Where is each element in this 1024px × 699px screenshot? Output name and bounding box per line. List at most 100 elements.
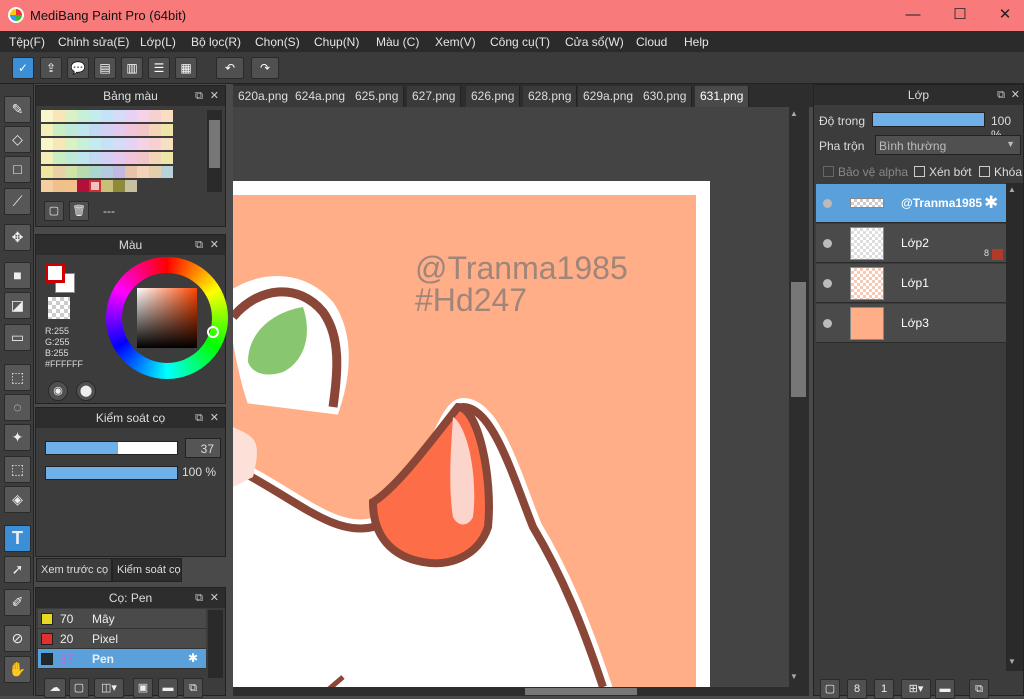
palette-swatch[interactable] [125, 124, 137, 136]
palette-swatch[interactable] [89, 180, 101, 192]
popout-icon[interactable]: ⧉ [195, 408, 203, 428]
scroll-up-icon[interactable]: ▲ [790, 109, 798, 118]
palette-swatch[interactable] [77, 110, 89, 122]
divide-tool-icon[interactable]: ✐ [4, 589, 31, 616]
new-layer-icon[interactable]: ▢ [820, 679, 840, 699]
text-tool-icon[interactable]: T [4, 525, 31, 552]
transparent-color-swatch[interactable] [48, 297, 70, 319]
brush-item[interactable]: 70 Mây [38, 609, 206, 629]
palette-swatch[interactable] [149, 138, 161, 150]
palette-swatch[interactable] [77, 138, 89, 150]
menu-help[interactable]: Help [684, 35, 709, 49]
brush-options-icon[interactable]: ◫▾ [94, 678, 124, 698]
maximize-button[interactable]: ☐ [945, 4, 975, 26]
palette-swatch[interactable] [137, 124, 149, 136]
palette-swatch[interactable] [65, 166, 77, 178]
fill-rect-tool-icon[interactable]: ■ [4, 262, 31, 289]
layer-row[interactable]: Lớp2 8 [816, 224, 1006, 263]
tab-document[interactable]: 628.png [523, 86, 578, 107]
palette-swatch[interactable] [53, 124, 65, 136]
palette-swatch[interactable] [53, 138, 65, 150]
clipping-checkbox[interactable] [914, 166, 925, 177]
redo-button[interactable]: ↷ [251, 57, 279, 79]
new-brush-icon[interactable]: ▢ [69, 678, 89, 698]
blend-mode-select[interactable]: Bình thường ▼ [875, 135, 1021, 155]
hue-picker-handle[interactable] [207, 326, 219, 338]
eyedropper-tool-icon[interactable]: ⊘ [4, 625, 31, 652]
rectangle-tool-icon[interactable]: □ [4, 156, 31, 183]
move-tool-icon[interactable]: ✥ [4, 224, 31, 251]
palette-swatch[interactable] [113, 110, 125, 122]
palette-swatch[interactable] [137, 138, 149, 150]
document-icon[interactable]: ▥ [121, 57, 143, 79]
palette-swatch[interactable] [137, 152, 149, 164]
palette-swatch[interactable] [137, 166, 149, 178]
palette-swatch[interactable] [101, 152, 113, 164]
layer-color-swatch[interactable] [992, 249, 1003, 260]
tab-brush-control[interactable]: Kiểm soát cọ [112, 558, 182, 582]
cloud-check-icon[interactable]: ✓ [12, 57, 34, 79]
palette-swatch[interactable] [53, 180, 65, 192]
tab-document-active[interactable]: 631.png [695, 86, 750, 107]
palette-swatch[interactable] [77, 152, 89, 164]
palette-swatch[interactable] [41, 138, 53, 150]
select-rect-tool-icon[interactable]: ⬚ [4, 364, 31, 391]
delete-palette-icon[interactable]: 🗑 [69, 201, 89, 221]
layer-row-selected[interactable]: @Tranma1985 ✱ [816, 184, 1006, 223]
hand-tool-icon[interactable]: ✋ [4, 656, 31, 683]
palette-swatch[interactable] [65, 124, 77, 136]
alpha-protect-checkbox[interactable] [823, 166, 834, 177]
palette-swatch[interactable] [113, 152, 125, 164]
palette-swatch[interactable] [101, 180, 113, 192]
grid-settings-icon[interactable]: ▦ [175, 57, 197, 79]
brush-size-slider[interactable] [45, 441, 178, 455]
palette-swatch[interactable] [101, 138, 113, 150]
eye-icon[interactable] [823, 239, 832, 248]
palette-swatch[interactable] [161, 124, 173, 136]
canvas-vertical-scrollbar[interactable]: ▲ ▼ [789, 107, 809, 687]
palette-swatch[interactable] [149, 166, 161, 178]
vertical-scroll-thumb[interactable] [791, 282, 806, 397]
tab-document[interactable]: 620a.png [233, 86, 295, 107]
palette-swatch[interactable] [101, 124, 113, 136]
palette-swatch[interactable] [125, 166, 137, 178]
duplicate-brush-icon[interactable]: ⧉ [183, 678, 203, 698]
tab-brush-preview[interactable]: Xem trước cọ [36, 558, 112, 582]
palette-scroll-thumb[interactable] [209, 120, 220, 168]
horizontal-scroll-thumb[interactable] [525, 688, 637, 695]
close-button[interactable]: ✕ [990, 4, 1020, 26]
new-1bit-layer-icon[interactable]: 1 [874, 679, 894, 699]
lock-checkbox[interactable] [979, 166, 990, 177]
palette-swatch[interactable] [161, 138, 173, 150]
gear-icon[interactable]: ✱ [188, 651, 198, 665]
close-icon[interactable]: ✕ [210, 86, 219, 106]
palette-swatch[interactable] [161, 152, 173, 164]
tab-document[interactable]: 630.png [638, 86, 693, 107]
select-eraser-tool-icon[interactable]: ◈ [4, 486, 31, 513]
tab-document[interactable]: 625.png [350, 86, 405, 107]
new-palette-icon[interactable]: ▢ [44, 201, 64, 221]
palette-swatch[interactable] [65, 138, 77, 150]
menu-window[interactable]: Cửa sổ(W) [565, 35, 624, 49]
comment-icon[interactable]: ▤ [94, 57, 116, 79]
brush-scrollbar[interactable] [208, 610, 223, 678]
popout-icon[interactable]: ⧉ [195, 86, 203, 106]
cloud-brush-icon[interactable]: ☁ [44, 678, 66, 698]
palette-swatch[interactable] [125, 152, 137, 164]
palette-swatch[interactable] [113, 124, 125, 136]
minimize-button[interactable]: — [898, 4, 928, 26]
eye-icon[interactable] [823, 319, 832, 328]
menu-cloud[interactable]: Cloud [636, 35, 667, 49]
palette-swatch[interactable] [65, 110, 77, 122]
menu-snap[interactable]: Chụp(N) [314, 35, 359, 49]
palette-swatch[interactable] [89, 124, 101, 136]
popout-icon[interactable]: ⧉ [997, 85, 1005, 105]
palette-swatch[interactable] [149, 152, 161, 164]
layer-opacity-slider[interactable] [872, 112, 985, 127]
palette-swatch[interactable] [149, 110, 161, 122]
scroll-up-icon[interactable]: ▲ [1008, 185, 1016, 194]
new-8bit-layer-icon[interactable]: 8 [847, 679, 867, 699]
palette-swatch[interactable] [137, 110, 149, 122]
palette-swatch[interactable] [77, 180, 89, 192]
select-pen-tool-icon[interactable]: ⬚ [4, 456, 31, 483]
